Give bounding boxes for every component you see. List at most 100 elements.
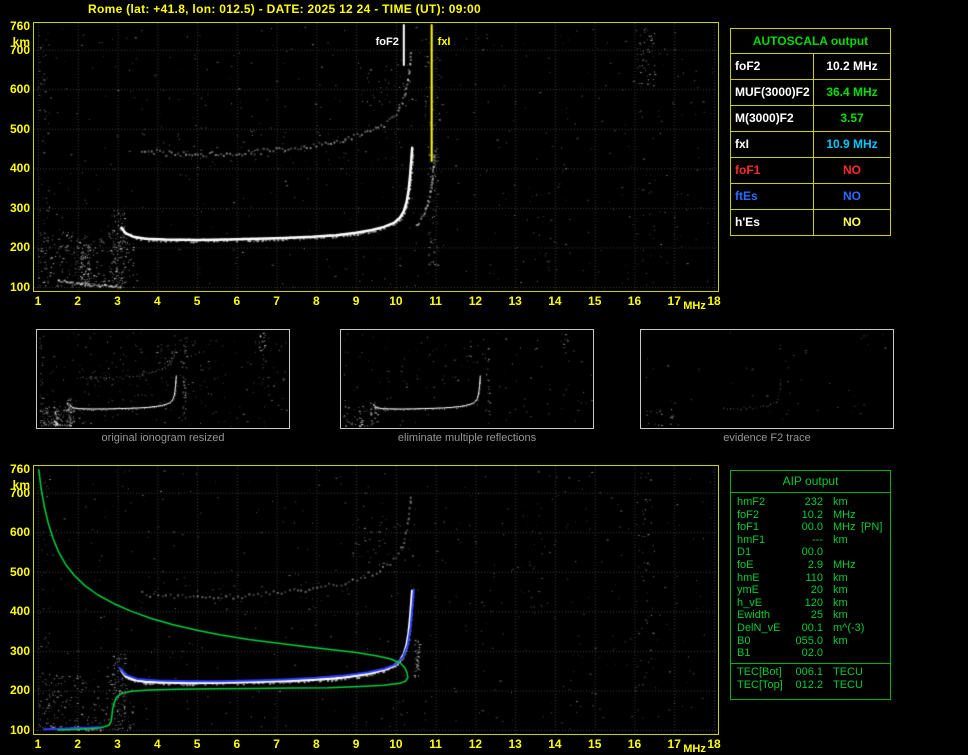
x-tick-label: 14	[543, 738, 567, 750]
y-tick-label: 100	[0, 724, 30, 736]
autoscala-row: foF1NO	[731, 158, 890, 184]
aip-row-unit: km	[833, 636, 848, 647]
y-tick-label: 200	[0, 241, 30, 253]
autoscala-row: foF210.2 MHz	[731, 54, 890, 80]
aip-row-label: hmF2	[737, 497, 765, 508]
y-tick-label: 400	[0, 162, 30, 174]
autoscala-row-label: foF1	[731, 158, 814, 183]
autoscala-output-panel: AUTOSCALA output foF210.2 MHzMUF(3000)F2…	[730, 28, 891, 236]
x-tick-label: 9	[344, 295, 368, 307]
autoscala-row-value: 10.2 MHz	[814, 54, 890, 79]
thumbnail-original-ionogram	[36, 329, 290, 429]
autoscala-row: MUF(3000)F236.4 MHz	[731, 80, 890, 106]
autoscala-row-label: MUF(3000)F2	[731, 80, 814, 105]
x-tick-label: 16	[622, 295, 646, 307]
aip-row-label: hmE	[737, 573, 760, 584]
x-tick-label: 12	[463, 295, 487, 307]
aip-row-label: Ewidth	[737, 610, 770, 621]
aip-tec-unit: TECU	[833, 680, 863, 691]
y-axis-unit: km	[0, 479, 30, 491]
x-tick-label: 12	[463, 738, 487, 750]
aip-row-unit: km	[833, 598, 848, 609]
aip-row-label: ymE	[737, 585, 759, 596]
x-tick-label: 1	[26, 295, 50, 307]
aip-row-label: foF1	[737, 522, 759, 533]
aip-row-value: ---	[767, 535, 823, 546]
autoscala-row: h'EsNO	[731, 210, 890, 235]
x-tick-label: 6	[225, 295, 249, 307]
aip-tec-value: 006.1	[767, 667, 823, 678]
ionogram-plot-bottom	[33, 465, 719, 735]
x-tick-label: 2	[66, 295, 90, 307]
aip-row-label: hmF1	[737, 535, 765, 546]
aip-row-unit: MHz	[833, 510, 856, 521]
aip-output-panel: AIP output hmF2232kmfoF210.2MHzfoF100.0M…	[730, 470, 891, 700]
thumbnail-f2-trace	[640, 329, 894, 429]
x-tick-label: 7	[265, 295, 289, 307]
y-tick-label: 760	[0, 463, 30, 475]
autoscala-row-value: 3.57	[814, 106, 890, 131]
x-tick-label: 6	[225, 738, 249, 750]
x-tick-label: 15	[583, 738, 607, 750]
y-tick-label: 200	[0, 684, 30, 696]
aip-row-value: 232	[767, 497, 823, 508]
x-axis-unit: MHz	[683, 301, 706, 312]
y-tick-label: 760	[0, 20, 30, 32]
autoscala-row-value: 10.9 MHz	[814, 132, 890, 157]
aip-row-value: 00.0	[767, 522, 823, 533]
aip-output-title: AIP output	[731, 471, 890, 493]
x-tick-label: 10	[384, 738, 408, 750]
aip-row-label: B1	[737, 648, 750, 659]
aip-row-label: D1	[737, 547, 751, 558]
x-tick-label: 1	[26, 738, 50, 750]
x-tick-label: 7	[265, 738, 289, 750]
autoscala-row-label: M(3000)F2	[731, 106, 814, 131]
x-tick-label: 14	[543, 295, 567, 307]
aip-row-label: foF2	[737, 510, 759, 521]
y-tick-label: 100	[0, 281, 30, 293]
aip-tec-value: 012.2	[767, 680, 823, 691]
autoscala-row: ftEsNO	[731, 184, 890, 210]
autoscala-output-rows: foF210.2 MHzMUF(3000)F236.4 MHzM(3000)F2…	[731, 54, 890, 235]
ionogram-top-canvas	[34, 23, 718, 291]
x-tick-label: 9	[344, 738, 368, 750]
autoscala-row-value: 36.4 MHz	[814, 80, 890, 105]
x-tick-label: 16	[622, 738, 646, 750]
thumbnail-caption-original: original ionogram resized	[36, 432, 290, 444]
x-tick-label: 3	[106, 295, 130, 307]
y-tick-label: 300	[0, 202, 30, 214]
x-tick-label: 10	[384, 295, 408, 307]
x-tick-label: 11	[424, 738, 448, 750]
autoscala-row: M(3000)F23.57	[731, 106, 890, 132]
x-tick-label: 13	[503, 738, 527, 750]
autoscala-row-value: NO	[814, 158, 890, 183]
x-tick-label: 13	[503, 295, 527, 307]
autoscala-screen: Rome (lat: +41.8, lon: 012.5) - DATE: 20…	[0, 0, 968, 755]
aip-row-unit: km	[833, 585, 848, 596]
autoscala-row: fxI10.9 MHz	[731, 132, 890, 158]
aip-row-value: 055.0	[767, 636, 823, 647]
autoscala-row-value: NO	[814, 184, 890, 209]
x-tick-label: 5	[185, 295, 209, 307]
thumbnail-multiple-reflections-canvas	[341, 330, 593, 428]
x-tick-label: 2	[66, 738, 90, 750]
ionogram-bottom-canvas	[34, 466, 718, 734]
aip-row-value: 2.9	[767, 560, 823, 571]
ionogram-plot-top	[33, 22, 719, 292]
x-tick-label: 8	[304, 738, 328, 750]
aip-row-value: 20	[767, 585, 823, 596]
aip-row-extra: [PN]	[861, 522, 882, 533]
aip-row-value: 00.0	[767, 547, 823, 558]
aip-row-unit: km	[833, 610, 848, 621]
aip-row-value: 02.0	[767, 648, 823, 659]
x-tick-label: 11	[424, 295, 448, 307]
autoscala-row-label: ftEs	[731, 184, 814, 209]
y-axis-unit: km	[0, 36, 30, 48]
aip-row-unit: km	[833, 535, 848, 546]
thumbnail-f2-trace-canvas	[641, 330, 893, 428]
aip-row-unit: MHz	[833, 560, 856, 571]
y-tick-label: 600	[0, 83, 30, 95]
aip-row-value: 00.1	[767, 623, 823, 634]
x-tick-label: 4	[145, 738, 169, 750]
thumbnail-caption-f2-trace: evidence F2 trace	[640, 432, 894, 444]
